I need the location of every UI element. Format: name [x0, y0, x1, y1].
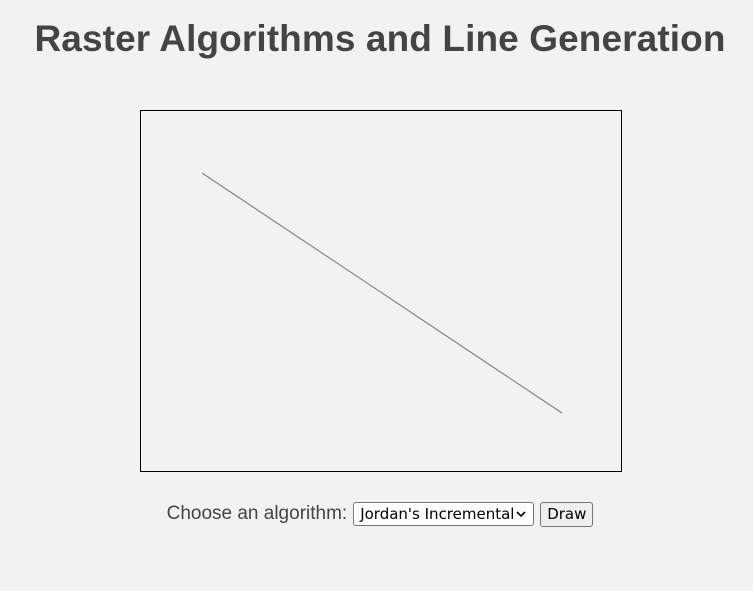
raster-line: [201, 172, 563, 414]
page: Raster Algorithms and Line Generation Ch…: [0, 0, 753, 591]
chevron-down-icon: [516, 511, 526, 518]
algorithm-label: Choose an algorithm:: [166, 503, 348, 524]
algorithm-select[interactable]: Jordan's Incremental: [353, 502, 535, 526]
page-title: Raster Algorithms and Line Generation: [34, 18, 726, 59]
drawing-canvas[interactable]: [140, 110, 622, 472]
canvas-svg: [201, 172, 563, 414]
controls-bar: Choose an algorithm: Jordan's Incrementa…: [0, 500, 753, 528]
algorithm-select-value: Jordan's Incremental: [360, 505, 515, 523]
draw-button[interactable]: Draw: [540, 501, 594, 527]
